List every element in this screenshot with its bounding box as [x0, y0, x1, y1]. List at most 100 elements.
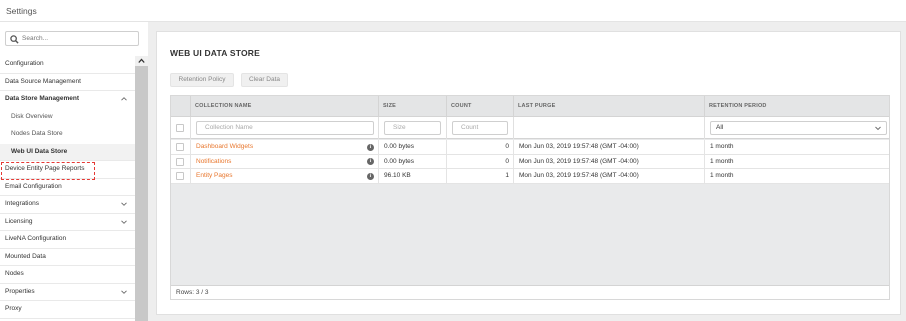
sidebar-item-data-source-management[interactable]: Data Source Management — [0, 74, 135, 91]
sidebar-item-device-entity-page-reports[interactable]: Device Entity Page Reports — [0, 161, 135, 179]
row-checkbox[interactable] — [176, 172, 184, 180]
row-checkbox[interactable] — [176, 157, 184, 166]
main-panel: WEB UI DATA STORE Retention Policy Clear… — [156, 31, 901, 315]
info-icon[interactable]: i — [367, 143, 374, 151]
settings-nav: Configuration Data Source Management Dat… — [0, 56, 135, 319]
sidebar-item-nodes-data-store[interactable]: Nodes Data Store — [0, 126, 135, 144]
count-cell: 0 — [446, 154, 513, 169]
sidebar-item-configuration[interactable]: Configuration — [0, 56, 135, 74]
collection-name-filter[interactable]: Collection Name — [196, 121, 374, 135]
size-cell: 0.00 bytes — [378, 154, 446, 169]
info-icon[interactable]: i — [367, 158, 374, 165]
size-cell: 0.00 bytes — [378, 140, 446, 155]
collection-name-link[interactable]: Dashboard Widgets i — [190, 140, 378, 155]
sidebar-item-label: Proxy — [5, 305, 22, 312]
retention-selected-value: All — [716, 124, 724, 131]
sidebar-item-web-ui-data-store[interactable]: Web UI Data Store — [0, 143, 135, 161]
row-select-cell — [171, 140, 190, 155]
column-header-count[interactable]: COUNT — [446, 96, 513, 117]
scroll-up-button[interactable] — [135, 56, 148, 66]
retention-filter-cell: All — [704, 117, 889, 139]
select-column-header — [171, 96, 190, 117]
retention-cell: 1 month — [704, 140, 889, 155]
last-purge-filter-cell — [513, 117, 704, 139]
collection-name-link[interactable]: Notifications i — [190, 154, 378, 169]
sidebar-item-label: Integrations — [5, 200, 39, 207]
sidebar-item-label: Licensing — [5, 217, 33, 225]
row-select-cell — [171, 169, 190, 184]
row-select-cell — [171, 155, 190, 170]
sidebar-item-livena-configuration[interactable]: LiveNA Configuration — [0, 231, 135, 249]
retention-period-select[interactable]: All — [710, 121, 887, 135]
count-filter[interactable]: Count — [452, 121, 508, 135]
collection-name[interactable]: Dashboard Widgets — [196, 143, 253, 150]
collection-name[interactable]: Entity Pages — [196, 172, 233, 179]
sidebar-item-label: Nodes — [5, 270, 24, 277]
row-checkbox[interactable] — [176, 143, 184, 151]
sidebar-item-label: LiveNA Configuration — [5, 235, 67, 242]
scroll-thumb[interactable] — [135, 66, 148, 321]
sidebar-item-disk-overview[interactable]: Disk Overview — [0, 109, 135, 127]
info-icon[interactable]: i — [367, 172, 374, 180]
retention-policy-button[interactable]: Retention Policy — [170, 73, 234, 87]
sidebar-item-label: Disk Overview — [11, 112, 53, 120]
top-bar: Settings — [0, 0, 906, 22]
retention-cell: 1 month — [704, 154, 889, 169]
table-row[interactable]: Dashboard Widgets i 0.00 bytes 0 Mon Jun … — [171, 140, 889, 155]
collection-filter-cell: Collection Name — [190, 117, 378, 139]
column-header-size[interactable]: SIZE — [378, 96, 446, 117]
chevron-down-icon — [875, 126, 881, 131]
row-count: Rows: 3 / 3 — [176, 289, 209, 296]
column-header-last-purge[interactable]: LAST PURGE — [513, 96, 704, 117]
filter-row: Collection Name Size Count All — [171, 117, 889, 139]
table-row[interactable]: Entity Pages i 96.10 KB 1 Mon Jun 03, 201… — [171, 169, 889, 184]
sidebar-item-mounted-data[interactable]: Mounted Data — [0, 249, 135, 266]
column-header-retention-period[interactable]: RETENTION PERIOD — [704, 96, 889, 117]
column-header-collection-name[interactable]: COLLECTION NAME — [190, 96, 378, 117]
last-purge-cell: Mon Jun 03, 2019 19:57:48 (GMT -04:00) — [513, 154, 704, 169]
grid-footer: Rows: 3 / 3 — [171, 285, 889, 299]
last-purge-cell: Mon Jun 03, 2019 19:57:48 (GMT -04:00) — [513, 140, 704, 155]
select-all-checkbox[interactable] — [176, 124, 184, 132]
app-title: Settings — [6, 6, 37, 16]
collection-name-link[interactable]: Entity Pages i — [190, 169, 378, 184]
sidebar-item-label: Device Entity Page Reports — [5, 165, 85, 172]
chevron-down-icon — [121, 289, 127, 294]
sidebar-item-label: Data Store Management — [5, 95, 80, 102]
sidebar-item-label: Mounted Data — [5, 252, 46, 260]
select-all-cell — [171, 117, 190, 139]
sidebar-item-label: Web UI Data Store — [11, 147, 68, 155]
sidebar-item-label: Properties — [5, 287, 35, 295]
chevron-up-icon — [121, 97, 127, 101]
collection-name[interactable]: Notifications — [196, 158, 231, 165]
page-title: WEB UI DATA STORE — [170, 48, 260, 58]
sidebar-item-nodes[interactable]: Nodes — [0, 266, 135, 284]
chevron-down-icon — [121, 219, 127, 224]
sidebar-item-label: Nodes Data Store — [11, 130, 63, 137]
count-cell: 0 — [446, 140, 513, 155]
clear-data-button[interactable]: Clear Data — [241, 73, 288, 87]
sidebar-item-data-store-management[interactable]: Data Store Management — [0, 91, 135, 109]
table-row[interactable]: Notifications i 0.00 bytes 0 Mon Jun 03, … — [171, 154, 889, 170]
sidebar-item-label: Data Source Management — [5, 77, 81, 85]
sidebar-item-integrations[interactable]: Integrations — [0, 196, 135, 214]
sidebar-item-proxy[interactable]: Proxy — [0, 301, 135, 319]
size-filter-cell: Size — [378, 117, 446, 139]
count-filter-cell: Count — [446, 117, 513, 139]
sidebar-item-email-configuration[interactable]: Email Configuration — [0, 179, 135, 196]
search-icon — [10, 35, 19, 44]
last-purge-cell: Mon Jun 03, 2019 19:57:48 (GMT -04:00) — [513, 169, 704, 184]
data-grid: COLLECTION NAME SIZE COUNT LAST PURGE RE… — [170, 95, 890, 300]
search-box[interactable] — [5, 31, 139, 46]
size-cell: 96.10 KB — [378, 169, 446, 184]
sidebar-scrollbar[interactable] — [135, 56, 148, 321]
chevron-down-icon — [121, 202, 127, 206]
sidebar-item-label: Configuration — [5, 60, 44, 67]
sidebar-item-licensing[interactable]: Licensing — [0, 214, 135, 231]
count-cell: 1 — [446, 169, 513, 184]
sidebar: Configuration Data Source Management Dat… — [0, 22, 148, 321]
search-input[interactable] — [22, 33, 136, 44]
sidebar-item-properties[interactable]: Properties — [0, 284, 135, 301]
retention-cell: 1 month — [704, 169, 889, 184]
size-filter[interactable]: Size — [384, 121, 441, 135]
